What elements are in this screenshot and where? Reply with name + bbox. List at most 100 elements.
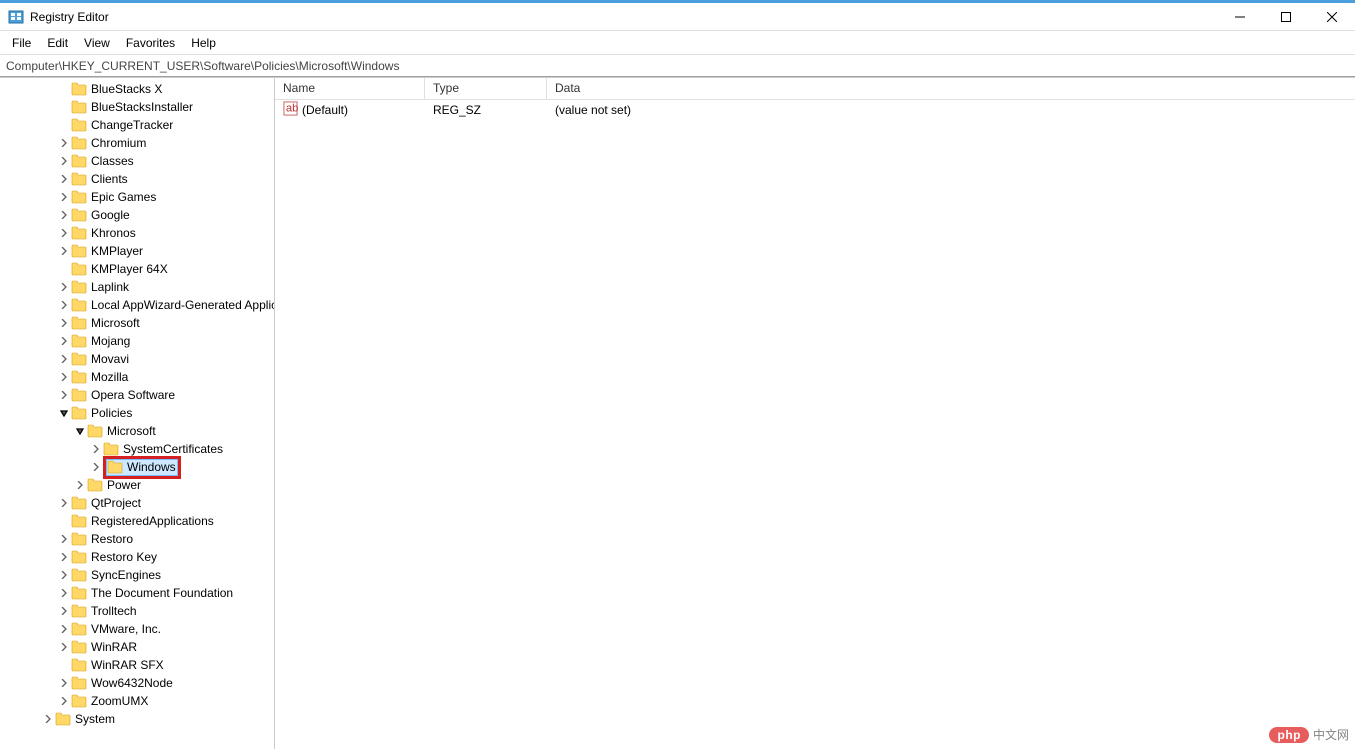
expander-icon[interactable] (58, 371, 70, 383)
tree-node[interactable]: WinRAR (0, 638, 274, 656)
highlight-annotation: Windows (103, 456, 181, 479)
menu-file[interactable]: File (4, 34, 39, 52)
tree-node[interactable]: SyncEngines (0, 566, 274, 584)
expander-icon[interactable] (58, 677, 70, 689)
expander-icon[interactable] (58, 569, 70, 581)
expander-icon[interactable] (58, 317, 70, 329)
expander-icon[interactable] (90, 443, 102, 455)
tree-node[interactable]: Laplink (0, 278, 274, 296)
expander-icon[interactable] (58, 497, 70, 509)
window-controls (1217, 3, 1355, 30)
tree-pane[interactable]: BlueStacks XBlueStacksInstallerChangeTra… (0, 78, 275, 749)
expander-icon[interactable] (58, 281, 70, 293)
expander-icon[interactable] (58, 209, 70, 221)
tree-node[interactable]: Epic Games (0, 188, 274, 206)
expander-icon[interactable] (58, 137, 70, 149)
tree-node[interactable]: KMPlayer 64X (0, 260, 274, 278)
expander-icon[interactable] (58, 389, 70, 401)
title-bar[interactable]: Registry Editor (0, 3, 1355, 31)
expander-icon[interactable] (58, 641, 70, 653)
expander-icon[interactable] (58, 533, 70, 545)
tree-node[interactable]: Wow6432Node (0, 674, 274, 692)
expander-icon[interactable] (58, 695, 70, 707)
tree-node[interactable]: KMPlayer (0, 242, 274, 260)
tree-node-label: Restoro Key (91, 550, 157, 564)
menu-help[interactable]: Help (183, 34, 224, 52)
menu-favorites[interactable]: Favorites (118, 34, 183, 52)
expander-icon[interactable] (58, 245, 70, 257)
tree-node-label: Movavi (91, 352, 129, 366)
tree-node[interactable]: Google (0, 206, 274, 224)
close-button[interactable] (1309, 3, 1355, 30)
tree-node-label: SystemCertificates (123, 442, 223, 456)
tree-node-label: Laplink (91, 280, 129, 294)
tree-node[interactable]: Policies (0, 404, 274, 422)
tree-node[interactable]: BlueStacks X (0, 80, 274, 98)
watermark: php 中文网 (1269, 726, 1349, 743)
tree-node-label: Opera Software (91, 388, 175, 402)
address-text: Computer\HKEY_CURRENT_USER\Software\Poli… (6, 59, 399, 73)
tree-node[interactable]: Clients (0, 170, 274, 188)
column-data[interactable]: Data (547, 78, 1355, 99)
expander-icon[interactable] (58, 407, 70, 419)
address-bar[interactable]: Computer\HKEY_CURRENT_USER\Software\Poli… (0, 55, 1355, 77)
tree-node[interactable]: BlueStacksInstaller (0, 98, 274, 116)
expander-icon[interactable] (74, 425, 86, 437)
expander-icon[interactable] (58, 551, 70, 563)
tree-node[interactable]: Local AppWizard-Generated Applications (0, 296, 274, 314)
menu-edit[interactable]: Edit (39, 34, 76, 52)
tree-node[interactable]: Khronos (0, 224, 274, 242)
tree-node[interactable]: The Document Foundation (0, 584, 274, 602)
tree-node[interactable]: Power (0, 476, 274, 494)
tree-node[interactable]: ZoomUMX (0, 692, 274, 710)
tree-node[interactable]: Mojang (0, 332, 274, 350)
minimize-button[interactable] (1217, 3, 1263, 30)
expander-icon[interactable] (90, 461, 102, 473)
expander-icon[interactable] (58, 587, 70, 599)
tree-node[interactable]: VMware, Inc. (0, 620, 274, 638)
column-type[interactable]: Type (425, 78, 547, 99)
value-row[interactable]: ab(Default)REG_SZ(value not set) (275, 100, 1355, 120)
tree-node[interactable]: Microsoft (0, 314, 274, 332)
tree-node[interactable]: System (0, 710, 274, 728)
tree-node-label: RegisteredApplications (91, 514, 214, 528)
expander-icon[interactable] (58, 605, 70, 617)
tree-node[interactable]: QtProject (0, 494, 274, 512)
expander-icon[interactable] (58, 299, 70, 311)
maximize-button[interactable] (1263, 3, 1309, 30)
column-name[interactable]: Name (275, 78, 425, 99)
tree-node[interactable]: Restoro (0, 530, 274, 548)
watermark-text: 中文网 (1313, 726, 1349, 743)
tree-node[interactable]: Windows (0, 458, 274, 476)
tree-node[interactable]: Trolltech (0, 602, 274, 620)
expander-icon[interactable] (74, 479, 86, 491)
expander-icon[interactable] (58, 155, 70, 167)
tree-node-label: System (75, 712, 115, 726)
tree-node[interactable]: Movavi (0, 350, 274, 368)
tree-node[interactable]: WinRAR SFX (0, 656, 274, 674)
value-name: (Default) (302, 103, 348, 117)
expander-icon[interactable] (58, 173, 70, 185)
tree-node[interactable]: RegisteredApplications (0, 512, 274, 530)
expander-icon[interactable] (58, 353, 70, 365)
expander-icon[interactable] (42, 713, 54, 725)
tree-node[interactable]: Opera Software (0, 386, 274, 404)
expander-icon[interactable] (58, 623, 70, 635)
expander-icon[interactable] (58, 191, 70, 203)
tree-node-label: Mozilla (91, 370, 128, 384)
tree-node[interactable]: Microsoft (0, 422, 274, 440)
tree-node-label: Power (107, 478, 141, 492)
tree-node[interactable]: Classes (0, 152, 274, 170)
values-list[interactable]: ab(Default)REG_SZ(value not set) (275, 100, 1355, 120)
expander-icon[interactable] (58, 227, 70, 239)
tree-node[interactable]: Restoro Key (0, 548, 274, 566)
expander-icon[interactable] (58, 335, 70, 347)
tree-node-label: Wow6432Node (91, 676, 173, 690)
tree-node[interactable]: Mozilla (0, 368, 274, 386)
tree-node-label: WinRAR SFX (91, 658, 164, 672)
tree-node[interactable]: ChangeTracker (0, 116, 274, 134)
string-value-icon: ab (283, 101, 298, 119)
menu-view[interactable]: View (76, 34, 118, 52)
tree-node-label: Epic Games (91, 190, 156, 204)
tree-node[interactable]: Chromium (0, 134, 274, 152)
